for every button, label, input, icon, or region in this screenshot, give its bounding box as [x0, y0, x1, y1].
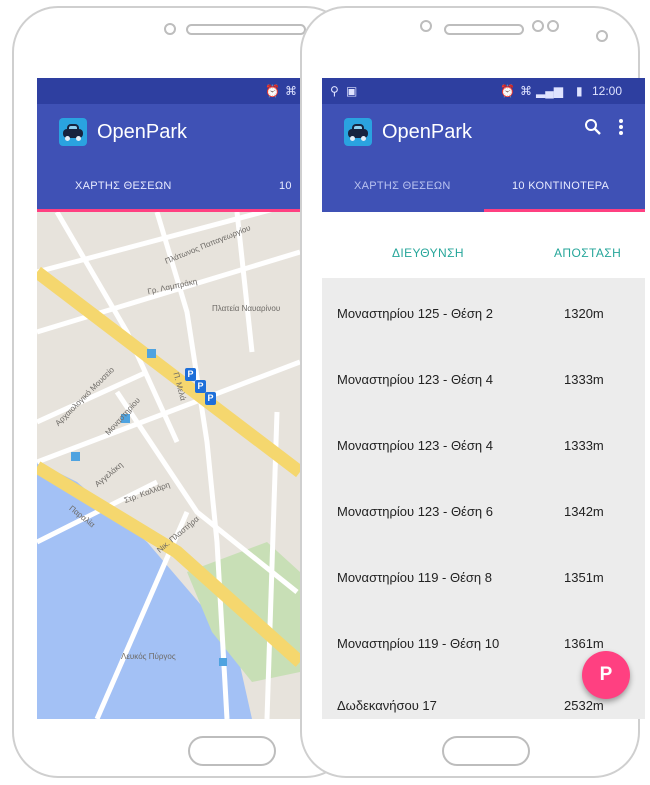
column-header-address[interactable]: ΔΙΕΥΘΥΝΣΗ [392, 246, 464, 260]
app-title: OpenPark [97, 121, 188, 143]
app-bar: OpenPark [37, 104, 300, 160]
address-text: Μοναστηρίου 123 - Θέση 4 [337, 372, 493, 387]
map-screen: ⏰ ⌘ OpenPark ΧΑΡΤΗΣ ΘΕΣΕΩΝ 10 Πλάτωνος Π… [37, 78, 300, 719]
wifi-icon: ⌘ [520, 84, 532, 98]
location-icon: ⚲ [330, 84, 339, 98]
status-bar: ⚲ ▣ ⏰ ⌘ ▂▄▆ ▮ 12:00 [322, 78, 645, 104]
address-text: Μοναστηρίου 123 - Θέση 4 [337, 438, 493, 453]
parking-pin-icon[interactable]: P [205, 392, 216, 405]
parking-pin-icon[interactable]: P [185, 368, 196, 381]
nearest-list-screen: ⚲ ▣ ⏰ ⌘ ▂▄▆ ▮ 12:00 OpenPark ΧΑΡΤΗΣ ΘΕΣΕ… [322, 78, 645, 719]
address-text: Μοναστηρίου 125 - Θέση 2 [337, 306, 493, 321]
app-title: OpenPark [382, 121, 473, 143]
status-time: 12:00 [592, 84, 623, 98]
tab-map[interactable]: ΧΑΡΤΗΣ ΘΕΣΕΩΝ [75, 180, 172, 192]
alarm-icon: ⏰ [265, 84, 280, 98]
earpiece-speaker [444, 24, 524, 35]
tab-nearest[interactable]: 10 ΚΟΝΤΙΝΟΤΕΡΑ [512, 180, 609, 192]
list-item[interactable]: Μοναστηρίου 123 - Θέση 6 1342m [322, 476, 645, 542]
parking-fab-button[interactable]: P [582, 651, 630, 699]
alarm-icon: ⏰ [500, 84, 515, 98]
more-vert-icon[interactable] [618, 118, 624, 141]
distance-text: 1351m [564, 570, 604, 585]
list-header: ΔΙΕΥΘΥΝΣΗ ΑΠΟΣΤΑΣΗ [322, 212, 645, 278]
distance-text: 1320m [564, 306, 604, 321]
landmark-label: Λευκός Πύργος [121, 652, 176, 661]
sensor-dot [547, 20, 559, 32]
home-button[interactable] [188, 736, 276, 766]
distance-text: 1333m [564, 438, 604, 453]
wifi-icon: ⌘ [285, 84, 297, 98]
parking-map[interactable]: Πλάτωνος Παπαγεωργίου Γρ. Λαμπράκη Πλατε… [37, 212, 300, 719]
distance-text: 2532m [564, 698, 604, 713]
signal-icon: ▂▄▆ [536, 84, 563, 98]
list-item[interactable]: Μοναστηρίου 123 - Θέση 4 1333m [322, 410, 645, 476]
earpiece-speaker [186, 24, 306, 35]
search-icon[interactable] [584, 118, 602, 141]
tab-bar: ΧΑΡΤΗΣ ΘΕΣΕΩΝ 10 [37, 160, 300, 212]
front-camera [164, 23, 176, 35]
status-bar: ⏰ ⌘ [37, 78, 300, 104]
address-text: Μοναστηρίου 119 - Θέση 8 [337, 570, 492, 585]
address-text: Μοναστηρίου 119 - Θέση 10 [337, 636, 500, 651]
car-logo-icon [59, 118, 87, 146]
distance-text: 1342m [564, 504, 604, 519]
square-label: Πλατεία Ναυαρίνου [212, 304, 281, 313]
list-item[interactable]: Μοναστηρίου 119 - Θέση 8 1351m [322, 542, 645, 608]
address-text: Δωδεκανήσου 17 [337, 698, 437, 713]
sensor-dot [596, 30, 608, 42]
tab-nearest-partial[interactable]: 10 [279, 180, 292, 192]
home-button[interactable] [442, 736, 530, 766]
battery-icon: ▮ [576, 84, 583, 98]
distance-text: 1361m [564, 636, 604, 651]
list-item[interactable]: Μοναστηρίου 123 - Θέση 4 1333m [322, 344, 645, 410]
notification-icon: ▣ [346, 84, 358, 98]
list-item[interactable]: Μοναστηρίου 125 - Θέση 2 1320m [322, 278, 645, 344]
parking-pin-icon[interactable]: P [195, 380, 206, 393]
tab-bar: ΧΑΡΤΗΣ ΘΕΣΕΩΝ 10 ΚΟΝΤΙΝΟΤΕΡΑ [322, 160, 645, 212]
app-bar: OpenPark [322, 104, 645, 160]
address-text: Μοναστηρίου 123 - Θέση 6 [337, 504, 493, 519]
column-header-distance[interactable]: ΑΠΟΣΤΑΣΗ [554, 246, 621, 260]
front-camera [420, 20, 432, 32]
tab-map[interactable]: ΧΑΡΤΗΣ ΘΕΣΕΩΝ [354, 180, 451, 192]
sensor-dot [532, 20, 544, 32]
distance-text: 1333m [564, 372, 604, 387]
car-logo-icon [344, 118, 372, 146]
